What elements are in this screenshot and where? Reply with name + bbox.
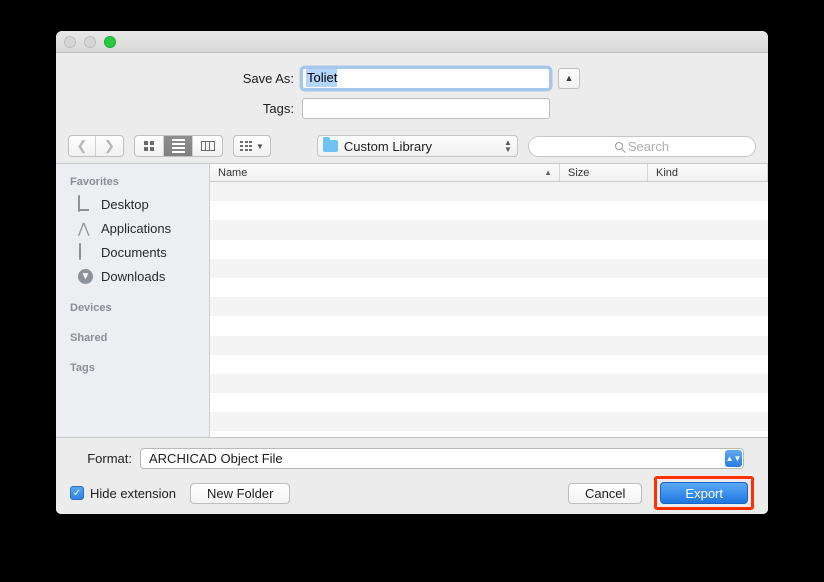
checkmark-icon: ✓ [70, 486, 84, 500]
hide-extension-checkbox[interactable]: ✓ Hide extension [70, 486, 176, 501]
sidebar-section-devices: Devices [70, 302, 112, 314]
arrange-by-button[interactable]: ▼ [233, 135, 271, 157]
column-header-name[interactable]: Name ▲ [210, 164, 560, 181]
save-form: Save As: Toliet ▲ Tags: [56, 53, 768, 129]
column-header-label: Kind [656, 166, 679, 179]
table-row[interactable] [210, 258, 768, 278]
sidebar: Favorites Desktop ⋀ Applications Documen… [56, 164, 210, 437]
file-rows[interactable] [210, 182, 768, 437]
table-row[interactable] [210, 240, 768, 259]
sidebar-item-label: Applications [101, 220, 172, 236]
search-placeholder: Search [627, 138, 670, 154]
search-icon [614, 142, 623, 150]
view-as-icons-button[interactable] [135, 136, 164, 156]
grid-icon [144, 141, 154, 151]
action-row: ✓ Hide extension New Folder Cancel Expor… [56, 472, 768, 514]
save-as-label: Save As: [242, 70, 294, 86]
export-button[interactable]: Export [660, 482, 748, 504]
search-input[interactable]: Search [528, 135, 756, 157]
tags-label: Tags: [262, 100, 294, 116]
stepper-icon: ▲▼ [725, 449, 742, 467]
sidebar-item-label: Desktop [101, 196, 149, 212]
chevron-down-icon: ▼ [256, 141, 264, 151]
table-row[interactable] [210, 412, 768, 432]
titlebar [56, 31, 768, 53]
browser-toolbar: ❮ ❯ ▼ Custom Library ▲ ▼ Search [56, 129, 768, 163]
folder-icon [322, 137, 338, 152]
column-header-kind[interactable]: Kind [648, 164, 768, 181]
sidebar-item-label: Downloads [101, 268, 166, 284]
close-button[interactable] [64, 35, 76, 48]
sidebar-section-shared: Shared [70, 332, 108, 344]
table-row[interactable] [210, 297, 768, 317]
hide-extension-label: Hide extension [90, 485, 176, 501]
zoom-button[interactable] [104, 35, 116, 48]
sidebar-item-applications[interactable]: ⋀ Applications [56, 216, 209, 240]
table-row[interactable] [210, 373, 768, 394]
sidebar-item-desktop[interactable]: Desktop [56, 192, 209, 216]
view-as-columns-button[interactable] [193, 136, 222, 156]
dialog-buttons: Cancel Export [567, 476, 754, 510]
navigation-buttons: ❮ ❯ [68, 135, 124, 157]
table-row[interactable] [210, 355, 768, 374]
view-as-list-button[interactable] [164, 136, 193, 156]
sidebar-section-favorites: Favorites [70, 176, 119, 188]
path-label: Custom Library [343, 138, 433, 154]
arrange-icon [240, 140, 252, 152]
table-row[interactable] [210, 393, 768, 412]
back-button[interactable]: ❮ [69, 136, 96, 156]
save-as-row: Save As: Toliet ▲ [56, 63, 768, 93]
forward-button[interactable]: ❯ [96, 136, 123, 156]
tags-input[interactable] [302, 97, 550, 119]
column-header-size[interactable]: Size [560, 164, 648, 181]
chevron-up-icon[interactable]: ▲ [558, 67, 580, 89]
applications-icon: ⋀ [78, 220, 90, 236]
minimize-button[interactable] [84, 35, 96, 48]
cancel-button[interactable]: Cancel [567, 482, 643, 504]
export-highlight: Export [654, 476, 754, 510]
save-as-value: Toliet [306, 69, 338, 87]
sidebar-item-label: Documents [101, 244, 167, 260]
table-row[interactable] [210, 182, 768, 202]
columns-icon [200, 141, 215, 151]
table-row[interactable] [210, 220, 768, 240]
column-headers: Name ▲ Size Kind [210, 164, 768, 182]
stepper-icon: ▲▼ [504, 138, 512, 154]
sidebar-section-tags: Tags [70, 362, 95, 374]
list-icon [171, 139, 185, 153]
path-popup-button[interactable]: Custom Library ▲ ▼ [316, 135, 518, 157]
column-header-label: Name [218, 166, 248, 179]
chevron-up-icon: ▲ [544, 168, 552, 177]
sidebar-item-documents[interactable]: Documents [56, 240, 209, 264]
table-row[interactable] [210, 278, 768, 297]
new-folder-button[interactable]: New Folder [190, 482, 291, 504]
tags-row: Tags: [56, 93, 768, 123]
save-dialog: Save As: Toliet ▲ Tags: ❮ ❯ ▼ Custom Lib… [56, 31, 768, 514]
sidebar-item-downloads[interactable]: ▼ Downloads [56, 264, 209, 288]
format-row: Format: ARCHICAD Object File ▲▼ [56, 438, 768, 472]
format-popup-button[interactable]: ARCHICAD Object File ▲▼ [140, 447, 744, 469]
desktop-icon [78, 195, 94, 212]
documents-icon [78, 243, 94, 260]
format-value: ARCHICAD Object File [149, 450, 283, 466]
table-row[interactable] [210, 335, 768, 355]
format-label: Format: [87, 450, 132, 466]
downloads-icon: ▼ [78, 268, 94, 284]
chevron-right-icon: ❯ [104, 138, 115, 153]
table-row[interactable] [210, 201, 768, 220]
column-header-label: Size [568, 166, 590, 179]
file-browser: Favorites Desktop ⋀ Applications Documen… [56, 163, 768, 437]
dialog-footer: Format: ARCHICAD Object File ▲▼ ✓ Hide e… [56, 437, 768, 514]
view-mode-buttons [134, 135, 223, 157]
file-list: Name ▲ Size Kind [210, 164, 768, 437]
chevron-left-icon: ❮ [76, 138, 88, 153]
table-row[interactable] [210, 316, 768, 335]
save-as-input[interactable]: Toliet [302, 67, 550, 89]
